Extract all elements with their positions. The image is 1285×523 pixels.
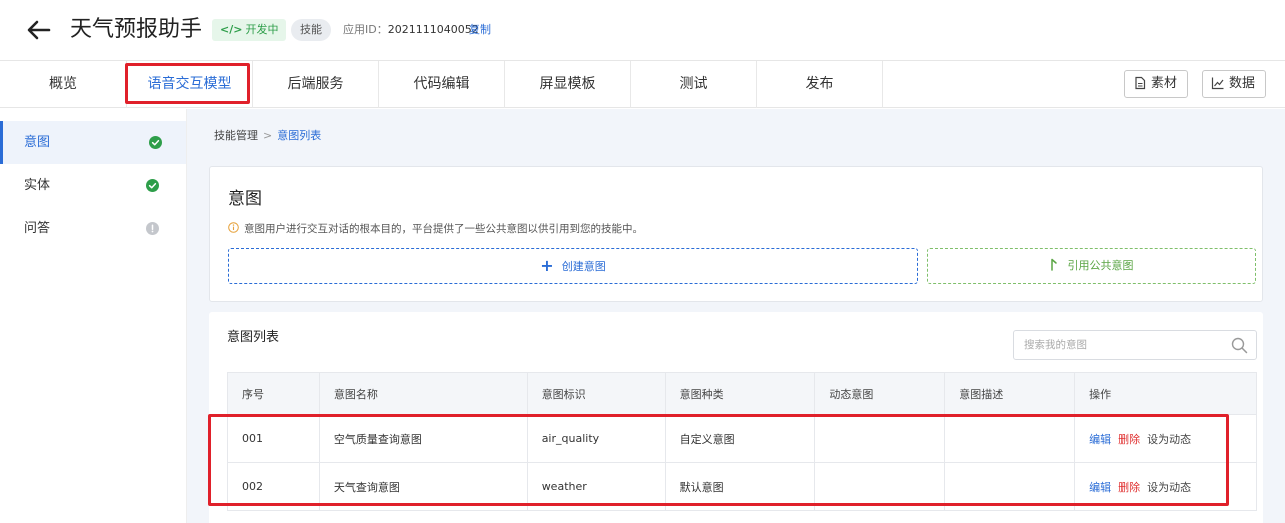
set-dynamic-link[interactable]: 设为动态 [1147, 433, 1191, 446]
app-id: 应用ID：2021111040052 [343, 21, 479, 39]
intent-info-text: 意图用户进行交互对话的根本目的，平台提供了一些公共意图以供引用到您的技能中。 [244, 223, 643, 235]
col-header-desc: 意图描述 [944, 372, 1076, 415]
breadcrumb: 技能管理 > 意图列表 [214, 128, 321, 144]
sidebar-item-entity[interactable]: 实体 [0, 164, 186, 207]
cell-actions: 编辑 删除 设为动态 [1074, 462, 1257, 511]
pending-circle-icon [146, 222, 159, 235]
table-row: 001 空气质量查询意图 air_quality 自定义意图 编辑 删除 设为动态 [227, 414, 1257, 463]
cell-kind: 自定义意图 [664, 414, 816, 463]
delete-link[interactable]: 删除 [1118, 433, 1140, 446]
delete-link[interactable]: 删除 [1118, 481, 1140, 494]
sidebar-item-label: 实体 [24, 178, 51, 193]
main-content: 技能管理 > 意图列表 意图 意图用户进行交互对话的根本目的，平台提供了一些公共意图… [187, 109, 1285, 523]
check-circle-icon [149, 136, 162, 149]
breadcrumb-separator: > [263, 129, 273, 142]
create-intent-button[interactable]: + 创建意图 [228, 248, 918, 284]
line-chart-icon [1211, 77, 1224, 90]
tab-display-template[interactable]: 屏显模板 [505, 61, 631, 108]
tab-test[interactable]: 测试 [631, 61, 757, 108]
intent-info: 意图用户进行交互对话的根本目的，平台提供了一些公共意图以供引用到您的技能中。 [228, 221, 643, 237]
set-dynamic-link[interactable]: 设为动态 [1147, 481, 1191, 494]
sidebar-item-intent[interactable]: 意图 [0, 121, 186, 164]
copy-app-id-link[interactable]: 复制 [469, 21, 491, 39]
info-icon [228, 222, 239, 233]
cell-no: 001 [227, 414, 320, 463]
tab-backend-service[interactable]: 后端服务 [253, 61, 379, 108]
back-arrow-icon[interactable] [26, 17, 52, 43]
intent-list-title: 意图列表 [227, 330, 280, 345]
col-header-id: 意图标识 [526, 372, 666, 415]
intent-list-card: 意图列表 序号 意图名称 意图标识 意图种类 动态意图 意图描述 操作 [209, 312, 1263, 523]
data-button-label: 数据 [1229, 76, 1256, 91]
breadcrumb-root[interactable]: 技能管理 [214, 129, 258, 142]
app-id-value: 2021111040052 [387, 23, 479, 36]
cell-kind: 默认意图 [664, 462, 816, 511]
col-header-no: 序号 [227, 372, 320, 415]
table-row: 002 天气查询意图 weather 默认意图 编辑 删除 设为动态 [227, 462, 1257, 511]
breadcrumb-current: 意图列表 [277, 129, 322, 142]
assets-button[interactable]: 素材 [1124, 70, 1189, 98]
create-intent-label: 创建意图 [561, 260, 606, 273]
code-icon: </> [220, 23, 243, 36]
tab-overview[interactable]: 概览 [0, 61, 127, 108]
reference-public-intent-button[interactable]: 引用公共意图 [927, 248, 1256, 284]
sidebar: 意图 实体 问答 [0, 109, 187, 523]
table-header-row: 序号 意图名称 意图标识 意图种类 动态意图 意图描述 操作 [227, 372, 1257, 415]
search-icon[interactable] [1231, 337, 1248, 354]
check-circle-icon [146, 179, 159, 192]
sidebar-item-qa[interactable]: 问答 [0, 207, 186, 250]
search-box [1013, 330, 1257, 360]
cell-no: 002 [227, 462, 320, 511]
tab-publish[interactable]: 发布 [757, 61, 883, 108]
assets-button-label: 素材 [1151, 76, 1178, 91]
status-badge-label: 开发中 [245, 23, 279, 36]
data-button[interactable]: 数据 [1202, 70, 1267, 98]
skill-badge: 技能 [291, 19, 331, 41]
app-title: 天气预报助手 [70, 17, 203, 42]
cell-desc [944, 462, 1076, 511]
cell-id: weather [526, 462, 666, 511]
cell-actions: 编辑 删除 设为动态 [1074, 414, 1257, 463]
sidebar-item-label: 意图 [24, 135, 51, 150]
intent-table: 序号 意图名称 意图标识 意图种类 动态意图 意图描述 操作 001 空气质量查… [227, 372, 1257, 511]
tab-code-editor[interactable]: 代码编辑 [379, 61, 505, 108]
plus-icon: + [540, 256, 554, 275]
app-header: 天气预报助手 </> 开发中 技能 应用ID：2021111040052 复制 [0, 0, 1285, 60]
col-header-kind: 意图种类 [664, 372, 816, 415]
cell-name: 空气质量查询意图 [318, 414, 528, 463]
edit-link[interactable]: 编辑 [1089, 481, 1111, 494]
app-id-label: 应用ID： [343, 23, 388, 36]
cell-desc [944, 414, 1076, 463]
intent-card-title: 意图 [228, 189, 262, 209]
edit-link[interactable]: 编辑 [1089, 433, 1111, 446]
cell-dynamic [814, 414, 946, 463]
col-header-name: 意图名称 [318, 372, 528, 415]
status-badge: </> 开发中 [212, 19, 287, 41]
main-tabbar: 概览 语音交互模型 后端服务 代码编辑 屏显模板 测试 发布 [0, 60, 1285, 108]
file-icon [1135, 76, 1146, 90]
col-header-dynamic: 动态意图 [814, 372, 946, 415]
reference-arrow-icon [1050, 258, 1057, 271]
cell-id: air_quality [526, 414, 666, 463]
cell-dynamic [814, 462, 946, 511]
cell-name: 天气查询意图 [318, 462, 528, 511]
col-header-actions: 操作 [1074, 372, 1257, 415]
search-input[interactable] [1024, 331, 1224, 359]
reference-public-intent-label: 引用公共意图 [1067, 259, 1134, 272]
intent-card: 意图 意图用户进行交互对话的根本目的，平台提供了一些公共意图以供引用到您的技能中… [209, 166, 1263, 302]
tab-voice-interaction-model[interactable]: 语音交互模型 [127, 61, 253, 108]
sidebar-item-label: 问答 [24, 221, 51, 236]
